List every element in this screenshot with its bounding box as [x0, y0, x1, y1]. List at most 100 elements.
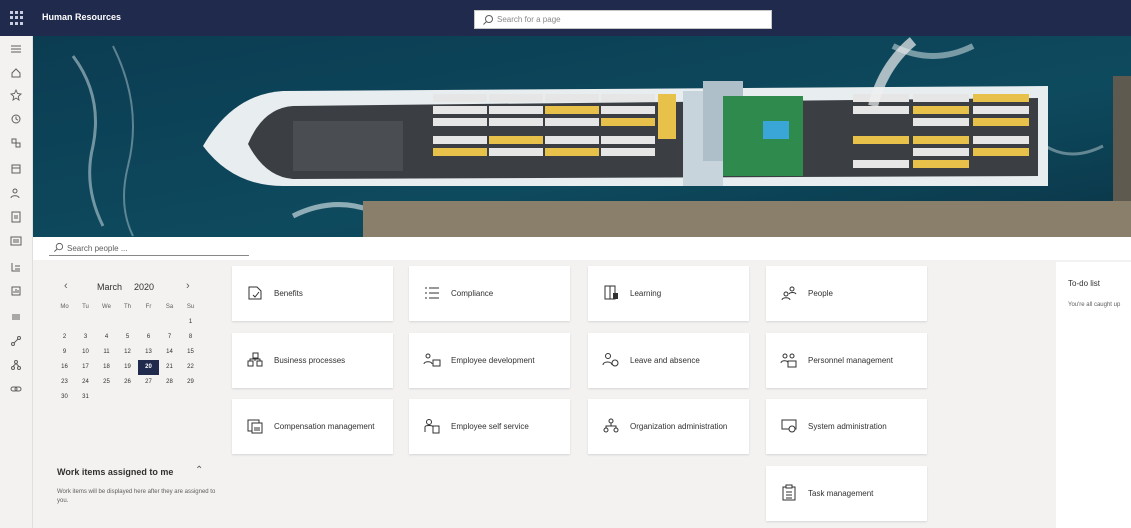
workspace-tile-compensation-management[interactable]: Compensation management: [232, 399, 393, 454]
calendar-day[interactable]: 10: [75, 345, 96, 360]
calendar-day[interactable]: 19: [117, 360, 138, 375]
menu-icon[interactable]: [9, 310, 23, 324]
modules-icon[interactable]: [9, 162, 23, 176]
people-search[interactable]: Search people ...: [33, 237, 1131, 260]
calendar-weekday: Mo: [60, 304, 69, 310]
list-icon[interactable]: [9, 234, 23, 248]
hierarchy-icon[interactable]: [9, 358, 23, 372]
calendar-day[interactable]: 15: [180, 345, 201, 360]
person-icon[interactable]: [9, 186, 23, 200]
org-icon[interactable]: [9, 260, 23, 274]
workspace-tile-personnel-management[interactable]: Personnel management: [766, 333, 927, 388]
top-bar: Human Resources Search for a page: [0, 0, 1131, 36]
chevron-up-icon[interactable]: ⌃: [195, 465, 203, 476]
star-icon[interactable]: [9, 88, 23, 102]
link-icon[interactable]: [9, 382, 23, 396]
tile-label: People: [808, 289, 833, 298]
calendar-day[interactable]: 24: [75, 375, 96, 390]
share-icon[interactable]: [9, 334, 23, 348]
compensation-icon: [247, 419, 263, 434]
calendar-day[interactable]: 31: [75, 390, 96, 405]
recent-icon[interactable]: [9, 112, 23, 126]
calendar-day[interactable]: 27: [138, 375, 159, 390]
calendar-day[interactable]: 4: [96, 330, 117, 345]
calendar-empty-cell: [96, 315, 117, 330]
search-underline: [49, 255, 249, 256]
workspace-tile-system-administration[interactable]: System administration: [766, 399, 927, 454]
workspace-tile-business-processes[interactable]: Business processes: [232, 333, 393, 388]
employee-development-icon: [423, 353, 441, 367]
tile-label: Organization administration: [630, 422, 728, 431]
calendar-day[interactable]: 2: [54, 330, 75, 345]
compliance-icon: [425, 287, 439, 299]
calendar-day[interactable]: 9: [54, 345, 75, 360]
calendar-day[interactable]: 13: [138, 345, 159, 360]
calendar-day[interactable]: 26: [117, 375, 138, 390]
calendar-day[interactable]: 1: [180, 315, 201, 330]
calendar-day[interactable]: 5: [117, 330, 138, 345]
calendar-weekday: Th: [123, 304, 131, 310]
calendar-day[interactable]: 22: [180, 360, 201, 375]
report-icon[interactable]: [9, 284, 23, 298]
workspace-tile-benefits[interactable]: Benefits: [232, 266, 393, 321]
workspace-tile-employee-development[interactable]: Employee development: [409, 333, 570, 388]
calendar-weekday: Sa: [165, 304, 174, 310]
app-launcher-icon[interactable]: [10, 11, 24, 25]
page-search-input[interactable]: Search for a page: [474, 10, 772, 29]
calendar-weekday: Tu: [82, 304, 89, 310]
calendar-weekday: Su: [186, 304, 195, 310]
calendar-day-selected[interactable]: 20: [138, 360, 159, 375]
next-month-button[interactable]: ›: [186, 280, 190, 292]
tile-label: Task management: [808, 489, 874, 498]
tile-label: Compensation management: [274, 422, 375, 431]
calendar-day[interactable]: 23: [54, 375, 75, 390]
calendar-day[interactable]: 29: [180, 375, 201, 390]
calendar-month[interactable]: March: [97, 282, 122, 292]
calendar-day[interactable]: 16: [54, 360, 75, 375]
calendar-day[interactable]: 6: [138, 330, 159, 345]
calendar-day[interactable]: 18: [96, 360, 117, 375]
calendar-empty-cell: [75, 315, 96, 330]
calendar-day[interactable]: 3: [75, 330, 96, 345]
search-icon: [483, 15, 493, 25]
calendar-weekday: We: [102, 304, 111, 310]
todo-title: To-do list: [1068, 279, 1101, 288]
benefits-icon: [248, 286, 262, 300]
workspace-tile-people[interactable]: People: [766, 266, 927, 321]
workspace-tile-compliance[interactable]: Compliance: [409, 266, 570, 321]
hamburger-icon[interactable]: [9, 42, 23, 56]
organization-icon: [603, 418, 619, 433]
work-items-description: Work items will be displayed here after …: [57, 489, 216, 504]
calendar-empty-cell: [54, 315, 75, 330]
calendar-day[interactable]: 17: [75, 360, 96, 375]
work-items-title: Work items assigned to me: [57, 467, 174, 477]
workspace-tile-employee-self-service[interactable]: Employee self service: [409, 399, 570, 454]
tile-label: Compliance: [451, 289, 494, 298]
calendar-day[interactable]: 12: [117, 345, 138, 360]
calendar-day[interactable]: 8: [180, 330, 201, 345]
calendar-day[interactable]: 30: [54, 390, 75, 405]
calendar-day[interactable]: 14: [159, 345, 180, 360]
task-management-icon: [782, 484, 796, 501]
calendar-empty-cell: [159, 315, 180, 330]
app-title[interactable]: Human Resources: [42, 12, 121, 22]
leave-absence-icon: [602, 353, 619, 367]
calendar-day[interactable]: 7: [159, 330, 180, 345]
workspace-tile-leave-and-absence[interactable]: Leave and absence: [588, 333, 749, 388]
previous-month-button[interactable]: ‹: [64, 280, 68, 292]
calendar-day[interactable]: 25: [96, 375, 117, 390]
home-icon[interactable]: [9, 66, 23, 80]
workspace-tile-task-management[interactable]: Task management: [766, 466, 927, 521]
workspace-icon[interactable]: [9, 136, 23, 150]
business-processes-icon: [247, 352, 263, 367]
calendar-empty-cell: [117, 315, 138, 330]
calendar-day[interactable]: 28: [159, 375, 180, 390]
workspace-tile-learning[interactable]: Learning: [588, 266, 749, 321]
calendar-year[interactable]: 2020: [134, 282, 154, 292]
tile-label: Learning: [630, 289, 662, 298]
calendar-day[interactable]: 21: [159, 360, 180, 375]
calendar-day[interactable]: 11: [96, 345, 117, 360]
tile-label: Business processes: [274, 356, 346, 365]
document-icon[interactable]: [9, 210, 23, 224]
workspace-tile-organization-administration[interactable]: Organization administration: [588, 399, 749, 454]
